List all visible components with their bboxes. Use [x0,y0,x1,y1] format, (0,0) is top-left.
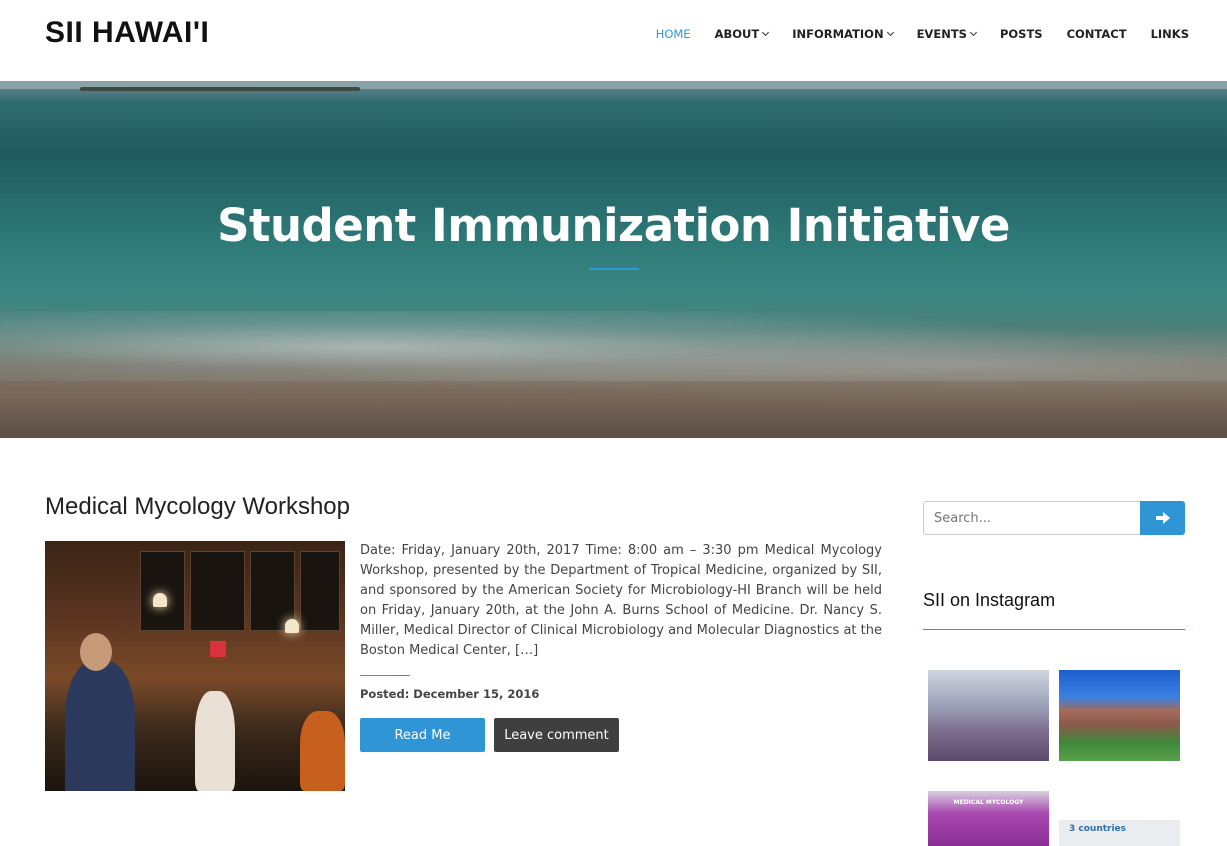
post-divider [360,675,410,676]
person-figure [65,661,135,791]
nav-label: LINKS [1150,27,1189,41]
menu-board [190,551,245,631]
menu-board [140,551,185,631]
site-title[interactable]: SII HAWAI'I [45,16,209,50]
lamp-icon [285,619,299,633]
person-figure [195,691,235,791]
nav-item-posts[interactable]: POSTS [1000,27,1043,41]
chevron-down-icon [969,28,977,37]
hero-underline [589,268,639,270]
leave-comment-button[interactable]: Leave comment [494,718,619,752]
menu-board [300,551,340,631]
person-figure [300,711,345,791]
chevron-down-icon [762,28,770,37]
nav-item-events[interactable]: EVENTS [916,27,977,41]
site-header: SII HAWAI'I HOME ABOUT INFORMATION EVENT… [0,0,1227,81]
arrow-right-icon [1155,512,1170,524]
instagram-photo-caption: 3 countries [1069,824,1127,834]
instagram-photo[interactable] [1059,670,1180,761]
lamp-icon [153,593,167,607]
nav-item-home[interactable]: HOME [656,27,691,41]
instagram-photo[interactable] [928,670,1049,761]
nav-label: INFORMATION [792,27,884,41]
instagram-photo-caption: MEDICAL MYCOLOGY [953,799,1024,806]
nav-label: POSTS [999,27,1043,41]
nav-label: ABOUT [714,27,760,41]
read-me-button[interactable]: Read Me [360,718,485,752]
instagram-widget-title: SII on Instagram [923,590,1056,610]
hero-title: Student Immunization Initiative [217,199,1010,252]
post-title[interactable]: Medical Mycology Workshop [45,493,350,521]
hero-sand [0,381,1227,438]
main-nav: HOME ABOUT INFORMATION EVENTS POSTS CONT… [632,27,1189,41]
post-date: Posted: December 15, 2016 [360,687,540,701]
search-input[interactable] [923,501,1143,535]
post-thumbnail[interactable] [45,541,345,791]
nav-item-information[interactable]: INFORMATION [792,27,894,41]
nav-label: HOME [655,27,691,41]
nav-item-about[interactable]: ABOUT [714,27,770,41]
nav-item-links[interactable]: LINKS [1151,27,1189,41]
hero-banner: Student Immunization Initiative [0,81,1227,438]
nav-label: EVENTS [916,27,967,41]
red-sign [210,641,226,657]
nav-item-contact[interactable]: CONTACT [1067,27,1127,41]
instagram-photo[interactable]: 3 countries [1059,820,1180,846]
hero-horizon-land [80,87,360,91]
post-excerpt: Date: Friday, January 20th, 2017 Time: 8… [360,543,882,658]
chevron-down-icon [886,28,894,37]
instagram-photo[interactable]: MEDICAL MYCOLOGY [928,791,1049,846]
nav-label: CONTACT [1066,27,1127,41]
person-head [80,633,112,671]
search-button[interactable] [1140,501,1185,535]
widget-divider [923,629,1185,630]
